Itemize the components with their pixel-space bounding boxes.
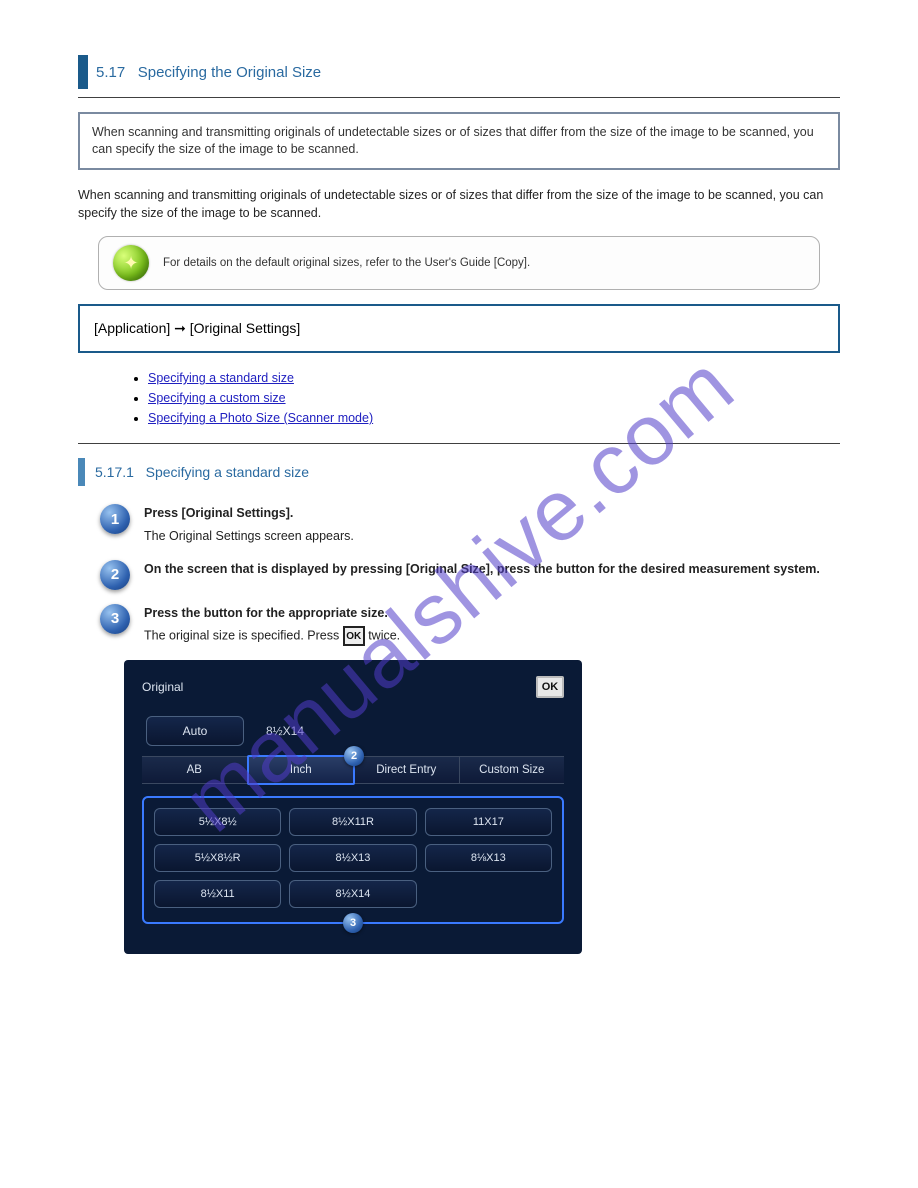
step-number-3-icon: 3 <box>100 604 130 634</box>
tab-ab[interactable]: AB <box>142 757 248 783</box>
subsection-heading: 5.17.1 Specifying a standard size <box>78 458 840 486</box>
step-1-lead: Press [Original Settings]. <box>144 504 354 523</box>
step-3-body-after: twice. <box>368 629 400 643</box>
auto-button[interactable]: Auto <box>146 716 244 746</box>
size-button[interactable]: 8½X14 <box>289 880 416 908</box>
size-button[interactable]: 8½X13 <box>289 844 416 872</box>
auto-detected-size: 8½X14 <box>266 724 304 738</box>
section-title: Specifying the Original Size <box>138 64 321 81</box>
heading-bar-small <box>78 458 85 486</box>
link-custom-size[interactable]: Specifying a custom size <box>148 391 286 405</box>
tip-text: For details on the default original size… <box>163 257 530 269</box>
callout-3-icon: 3 <box>343 913 363 933</box>
size-button[interactable]: 5½X8½ <box>154 808 281 836</box>
ok-key-icon: OK <box>343 626 365 646</box>
link-list: Specifying a standard size Specifying a … <box>148 371 840 425</box>
tab-bar: AB Inch 2 Direct Entry Custom Size <box>142 756 564 784</box>
size-grid: 5½X8½ 8½X11R 11X17 5½X8½R 8½X13 8⅛X13 8½… <box>142 796 564 924</box>
lightbulb-icon: ✦ <box>113 245 149 281</box>
step-number-1-icon: 1 <box>100 504 130 534</box>
step-1-body: The Original Settings screen appears. <box>144 529 354 543</box>
section-number: 5.17 <box>96 64 125 81</box>
step-number-2-icon: 2 <box>100 560 130 590</box>
subsection-number: 5.17.1 <box>95 464 134 480</box>
link-photo-size[interactable]: Specifying a Photo Size (Scanner mode) <box>148 411 373 425</box>
step-1: 1 Press [Original Settings]. The Origina… <box>100 504 840 546</box>
section-heading: 5.17 Specifying the Original Size <box>78 55 840 89</box>
size-button[interactable]: 8½X11 <box>154 880 281 908</box>
step-2-lead: On the screen that is displayed by press… <box>144 560 820 579</box>
intro-paragraph: When scanning and transmitting originals… <box>78 186 840 222</box>
link-standard-size[interactable]: Specifying a standard size <box>148 371 294 385</box>
summary-box: When scanning and transmitting originals… <box>78 112 840 170</box>
tab-direct-entry[interactable]: Direct Entry <box>354 757 460 783</box>
divider <box>78 97 840 98</box>
tab-inch-label: Inch <box>290 764 312 776</box>
divider <box>78 443 840 444</box>
navigation-path-box: [Application] ➞ [Original Settings] <box>78 304 840 353</box>
step-3-body-before: The original size is specified. Press <box>144 629 343 643</box>
heading-bar <box>78 55 88 89</box>
size-button[interactable]: 8⅛X13 <box>425 844 552 872</box>
size-button[interactable]: 5½X8½R <box>154 844 281 872</box>
size-button[interactable]: 8½X11R <box>289 808 416 836</box>
tab-inch[interactable]: Inch 2 <box>247 755 356 785</box>
subsection-title: Specifying a standard size <box>146 464 309 480</box>
step-3: 3 Press the button for the appropriate s… <box>100 604 840 647</box>
panel-title: Original <box>142 680 183 694</box>
step-2: 2 On the screen that is displayed by pre… <box>100 560 840 590</box>
step-3-lead: Press the button for the appropriate siz… <box>144 604 400 623</box>
size-button[interactable]: 11X17 <box>425 808 552 836</box>
tip-box: ✦ For details on the default original si… <box>98 236 820 290</box>
tab-custom-size[interactable]: Custom Size <box>460 757 565 783</box>
panel-ok-button[interactable]: OK <box>536 676 564 698</box>
touch-panel: Original OK Auto 8½X14 AB Inch 2 Direct … <box>124 660 582 954</box>
